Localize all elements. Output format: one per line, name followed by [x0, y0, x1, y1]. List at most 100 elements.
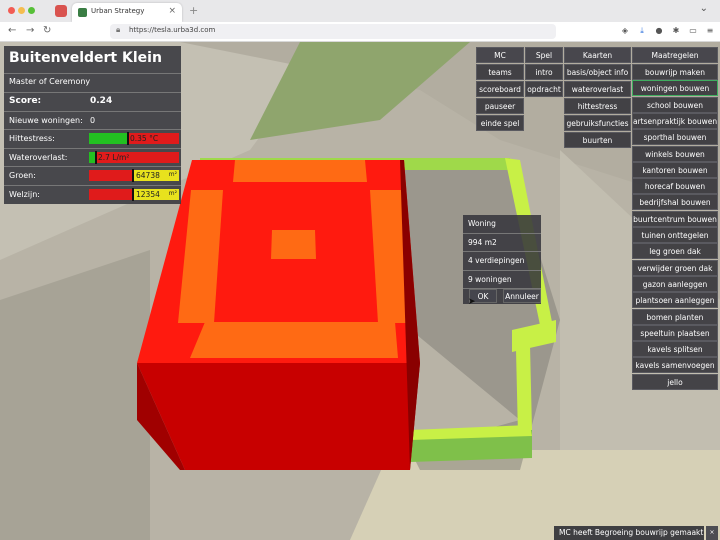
- lock-icon: 🔒︎: [116, 25, 121, 34]
- tab-close-icon[interactable]: ×: [168, 6, 176, 16]
- welzijn-unit: m²: [168, 189, 177, 197]
- account-icon[interactable]: ▭: [688, 26, 698, 36]
- menu-item-intro[interactable]: intro: [525, 64, 563, 80]
- menu-item-hittestress[interactable]: hittestress: [564, 98, 631, 114]
- score-row: Score: 0.24: [4, 93, 181, 112]
- extension-icon[interactable]: ●: [654, 26, 664, 36]
- menu-item-maatregel[interactable]: woningen bouwen: [632, 80, 718, 97]
- city-info-panel: Buitenveldert Klein Master of Ceremony S…: [4, 46, 181, 204]
- groen-marker: [132, 169, 134, 182]
- wateroverlast-row: Wateroverlast: 2.7 L/m²: [4, 149, 181, 167]
- woningen-value: 0: [90, 115, 96, 125]
- browser-nav-bar: ← → ↻ 🔒︎ https://tesla.urba3d.com ◈ ⤓ ● …: [0, 22, 720, 42]
- menu-header-kaarten[interactable]: Kaarten: [564, 47, 631, 63]
- menu-item-maatregel[interactable]: speeltuin plaatsen: [632, 324, 718, 341]
- welzijn-label: Welzijn:: [9, 189, 40, 199]
- menu-item-maatregel[interactable]: kantoren bouwen: [632, 161, 718, 178]
- wateroverlast-bar: 2.7 L/m²: [89, 150, 179, 164]
- annuleer-button[interactable]: Annuleer: [503, 289, 541, 303]
- menu-item-maatregel[interactable]: bedrijfshal bouwen: [632, 194, 718, 211]
- menu-item-maatregel[interactable]: tuinen onttegelen: [632, 227, 718, 243]
- mouse-cursor-icon: ➤: [468, 297, 476, 307]
- wateroverlast-marker: [95, 150, 97, 164]
- menu-item-maatregel[interactable]: kavels samenvoegen: [632, 357, 718, 374]
- groen-bar: 64738 m²: [89, 169, 179, 182]
- tab-title: Urban Strategy: [91, 7, 145, 15]
- groen-label: Groen:: [9, 171, 36, 180]
- woningen-label: Nieuwe woningen:: [9, 115, 83, 125]
- hittestress-marker: [127, 132, 129, 145]
- url-text: https://tesla.urba3d.com: [129, 26, 216, 34]
- menu-item-maatregel[interactable]: kavels splitsen: [632, 341, 718, 358]
- score-label: Score:: [9, 96, 42, 106]
- menu-item-maatregel[interactable]: gazon aanleggen: [632, 275, 718, 292]
- menu-item-opdracht[interactable]: opdracht: [525, 81, 563, 97]
- groen-unit: m²: [168, 171, 177, 178]
- hittestress-bar: 0.35 °C: [89, 132, 179, 145]
- menu-item-maatregel[interactable]: jello: [632, 373, 718, 390]
- hittestress-value: 0.35 °C: [130, 134, 159, 143]
- new-tab-button[interactable]: +: [189, 4, 198, 17]
- welzijn-bar: 12354 m²: [89, 187, 179, 201]
- wateroverlast-value: 2.7 L/m²: [98, 152, 130, 162]
- menu-item-maatregel[interactable]: buurtcentrum bouwen: [632, 210, 718, 227]
- menu-item-maatregel[interactable]: school bouwen: [632, 96, 718, 113]
- menu-item-scoreboard[interactable]: scoreboard: [476, 81, 524, 97]
- window-maximize-button[interactable]: [28, 7, 35, 14]
- city-title: Buitenveldert Klein: [4, 46, 181, 74]
- building-popup: Woning 994 m2 4 verdiepingen 9 woningen …: [463, 215, 541, 304]
- window-close-button[interactable]: [8, 7, 15, 14]
- menu-item-pauseer[interactable]: pauseer: [476, 98, 524, 114]
- popup-area: 994 m2: [463, 234, 541, 252]
- welzijn-value: 12354: [136, 189, 160, 199]
- menu-item-einde-spel[interactable]: einde spel: [476, 115, 524, 131]
- tab-list-menu-icon[interactable]: ⌄: [700, 3, 708, 14]
- menu-item-buurten[interactable]: buurten: [564, 132, 631, 148]
- menu-item-maatregel[interactable]: artsenpraktijk bouwen: [632, 112, 718, 129]
- status-message: MC heeft Begroeing bouwrijp gemaakt: [554, 526, 704, 540]
- window-minimize-button[interactable]: [18, 7, 25, 14]
- menu-item-maatregel[interactable]: winkels bouwen: [632, 145, 718, 162]
- menu-item-maatregel[interactable]: sporthal bouwen: [632, 129, 718, 146]
- back-button[interactable]: ←: [8, 25, 16, 36]
- groen-value: 64738: [136, 171, 160, 180]
- welzijn-row: Welzijn: 12354 m²: [4, 186, 181, 205]
- popup-units: 9 woningen: [463, 271, 541, 289]
- puzzle-icon[interactable]: ✱: [671, 26, 681, 36]
- status-close-icon[interactable]: ×: [706, 526, 718, 540]
- popup-floors[interactable]: 4 verdiepingen: [463, 252, 541, 271]
- wateroverlast-label: Wateroverlast:: [9, 152, 68, 162]
- menu-item-basis-object-info[interactable]: basis/object info: [564, 64, 631, 80]
- popup-title: Woning: [463, 215, 541, 234]
- pinned-tab-icon[interactable]: [55, 5, 67, 17]
- menu-item-maatregel[interactable]: plantsoen aanleggen: [632, 292, 718, 309]
- menu-item-wateroverlast[interactable]: wateroverlast: [564, 81, 631, 97]
- building-front-wall: [137, 363, 420, 470]
- menu-header-mc[interactable]: MC: [476, 47, 524, 63]
- score-value: 0.24: [90, 96, 113, 106]
- forward-button[interactable]: →: [26, 25, 34, 36]
- download-icon[interactable]: ⤓: [637, 26, 647, 36]
- browser-tab-bar: Urban Strategy × + ⌄: [0, 0, 720, 22]
- role-label: Master of Ceremony: [4, 74, 181, 93]
- menu-header-spel[interactable]: Spel: [525, 47, 563, 63]
- shield-icon[interactable]: ◈: [620, 26, 630, 36]
- menu-item-maatregel[interactable]: verwijder groen dak: [632, 259, 718, 276]
- hittestress-row: Hittestress: 0.35 °C: [4, 130, 181, 149]
- reload-button[interactable]: ↻: [43, 25, 51, 36]
- groen-row: Groen: 64738 m²: [4, 167, 181, 186]
- menu-item-maatregel[interactable]: leg groen dak: [632, 243, 718, 260]
- menu-item-maatregel[interactable]: bouwrijp maken: [632, 64, 718, 80]
- menu-header-maatregelen[interactable]: Maatregelen: [632, 47, 718, 63]
- hittestress-bar-fill: [89, 133, 127, 144]
- url-bar[interactable]: 🔒︎ https://tesla.urba3d.com: [110, 24, 556, 39]
- menu-item-teams[interactable]: teams: [476, 64, 524, 80]
- menu-item-maatregel[interactable]: horecaf bouwen: [632, 178, 718, 195]
- hittestress-label: Hittestress:: [9, 134, 55, 143]
- welzijn-marker: [132, 187, 134, 201]
- browser-tab-active[interactable]: Urban Strategy ×: [72, 3, 182, 22]
- hamburger-menu-icon[interactable]: ≡: [705, 26, 715, 36]
- tab-favicon-icon: [78, 8, 87, 17]
- menu-item-gebruiksfuncties[interactable]: gebruiksfuncties: [564, 115, 631, 131]
- menu-item-maatregel[interactable]: bomen planten: [632, 308, 718, 325]
